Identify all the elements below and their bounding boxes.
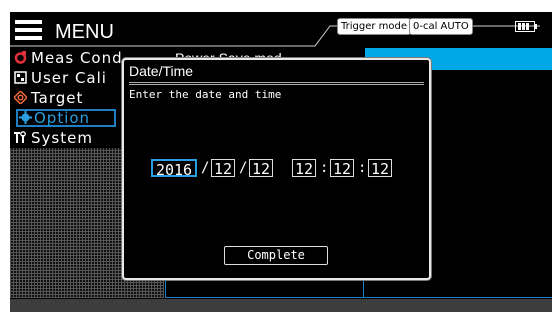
panel-baseline	[165, 297, 552, 298]
time-separator: :	[320, 160, 329, 176]
trigger-mode-badge: Trigger mode	[337, 18, 412, 35]
meas-icon	[14, 51, 27, 64]
device-screen: MENU Trigger mode 0-cal AUTO Power Save …	[10, 12, 552, 312]
second-field[interactable]: 12	[368, 159, 392, 178]
tools-icon	[14, 131, 26, 143]
complete-button[interactable]: Complete	[224, 246, 328, 265]
sidebar-item-label: Meas Cond	[31, 49, 123, 67]
dialog-prompt: Enter the date and time	[129, 88, 282, 101]
sidebar-item-label: Option	[34, 109, 91, 127]
zero-cal-badge: 0-cal AUTO	[409, 18, 473, 35]
user-cal-icon	[14, 71, 27, 84]
year-field[interactable]: 2016	[151, 159, 197, 179]
battery-icon	[515, 21, 535, 32]
month-field[interactable]: 12	[211, 159, 235, 178]
date-time-dialog: Date/Time Enter the date and time 2016 /…	[122, 58, 431, 280]
battery-tip	[535, 24, 537, 29]
dialog-title: Date/Time	[129, 63, 194, 79]
sidebar-item-label: Target	[31, 89, 84, 107]
status-bar	[10, 299, 552, 312]
date-separator: /	[239, 160, 248, 176]
dialog-divider	[129, 82, 424, 85]
time-separator: :	[358, 160, 367, 176]
sidebar-item-label: User Cali	[31, 69, 107, 87]
minute-field[interactable]: 12	[330, 159, 354, 178]
sidebar-item-label: System	[31, 129, 93, 147]
day-field[interactable]: 12	[249, 159, 273, 178]
gear-icon	[19, 111, 32, 124]
target-icon	[14, 91, 27, 104]
hour-field[interactable]: 12	[292, 159, 316, 178]
header-bar: MENU Trigger mode 0-cal AUTO	[10, 12, 552, 47]
date-separator: /	[201, 160, 210, 176]
